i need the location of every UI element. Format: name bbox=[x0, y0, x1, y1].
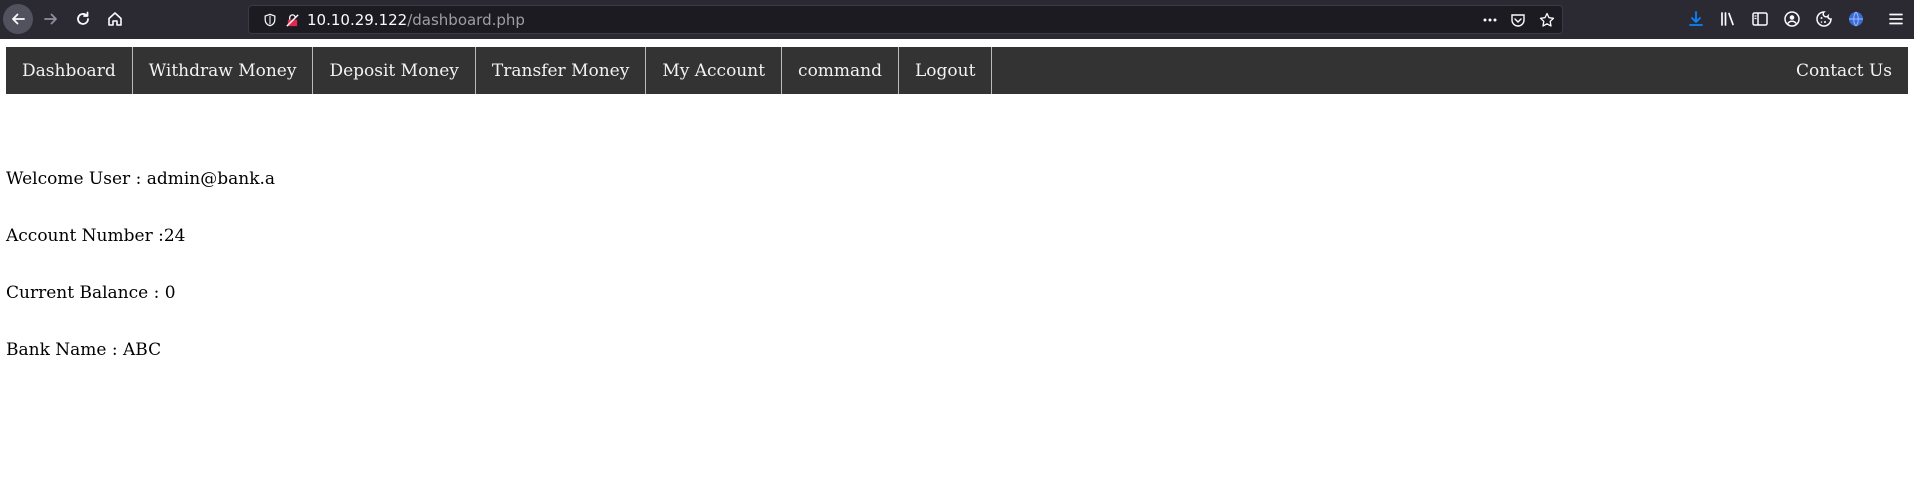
insecure-lock-icon[interactable] bbox=[284, 12, 300, 28]
nav-withdraw-money[interactable]: Withdraw Money bbox=[133, 47, 314, 94]
home-icon[interactable] bbox=[100, 4, 130, 34]
url-path: /dashboard.php bbox=[407, 11, 525, 29]
reload-icon[interactable] bbox=[68, 4, 98, 34]
current-balance-text: Current Balance : 0 bbox=[6, 283, 176, 303]
account-number-text: Account Number :24 bbox=[6, 226, 186, 246]
browser-toolbar: 10.10.29.122/dashboard.php bbox=[0, 0, 1914, 39]
library-icon[interactable] bbox=[1718, 9, 1738, 29]
globe-extension-icon[interactable] bbox=[1846, 9, 1866, 29]
nav-dashboard[interactable]: Dashboard bbox=[6, 47, 133, 94]
pocket-icon[interactable] bbox=[1510, 12, 1526, 28]
cookie-icon[interactable] bbox=[1814, 9, 1834, 29]
top-navigation: Dashboard Withdraw Money Deposit Money T… bbox=[6, 47, 1908, 94]
tracking-shield-icon[interactable] bbox=[262, 12, 278, 28]
back-arrow-icon[interactable] bbox=[3, 4, 33, 34]
nav-transfer-money[interactable]: Transfer Money bbox=[476, 47, 647, 94]
download-icon[interactable] bbox=[1686, 9, 1706, 29]
sidebar-icon[interactable] bbox=[1750, 9, 1770, 29]
nav-contact-us[interactable]: Contact Us bbox=[1780, 47, 1908, 94]
bookmark-star-icon[interactable] bbox=[1539, 12, 1555, 28]
welcome-text: Welcome User : admin@bank.a bbox=[6, 169, 276, 189]
more-dots-icon[interactable] bbox=[1482, 12, 1498, 28]
forward-arrow-icon[interactable] bbox=[36, 4, 66, 34]
nav-command[interactable]: command bbox=[782, 47, 900, 94]
hamburger-menu-icon[interactable] bbox=[1886, 9, 1906, 29]
page-content: Dashboard Withdraw Money Deposit Money T… bbox=[0, 39, 1914, 492]
nav-logout[interactable]: Logout bbox=[899, 47, 993, 94]
nav-my-account[interactable]: My Account bbox=[646, 47, 783, 94]
url-text[interactable]: 10.10.29.122/dashboard.php bbox=[307, 11, 525, 29]
url-bar[interactable]: 10.10.29.122/dashboard.php bbox=[248, 5, 1563, 34]
bank-name-text: Bank Name : ABC bbox=[6, 340, 162, 360]
nav-deposit-money[interactable]: Deposit Money bbox=[313, 47, 476, 94]
url-host: 10.10.29.122 bbox=[307, 11, 408, 29]
account-icon[interactable] bbox=[1782, 9, 1802, 29]
